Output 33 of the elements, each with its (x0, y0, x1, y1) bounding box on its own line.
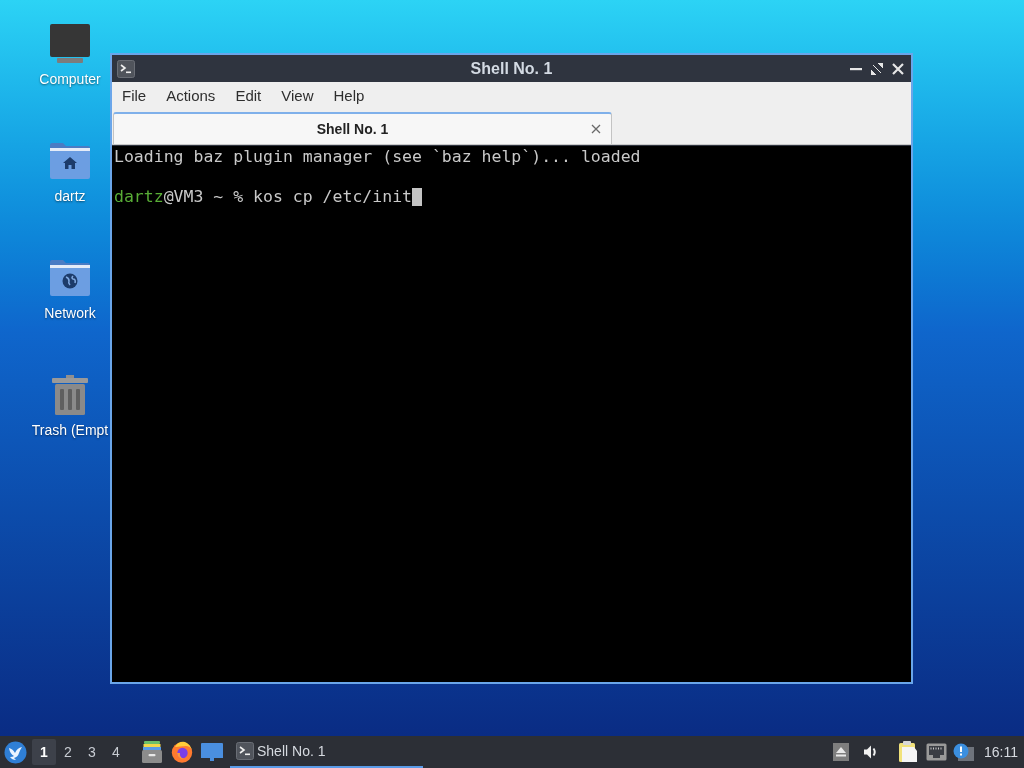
terminal-icon (117, 59, 135, 78)
task-button[interactable]: Shell No. 1 (230, 736, 423, 768)
workspace-button[interactable]: 1 (32, 739, 56, 765)
alert-icon[interactable] (953, 743, 974, 761)
clipboard-icon[interactable] (898, 741, 918, 763)
terminal-output-line: Loading baz plugin manager (see `baz help`)... loaded (114, 147, 641, 166)
menu-item[interactable]: View (271, 85, 324, 108)
menu-item[interactable]: File (112, 85, 157, 108)
workspace-button[interactable]: 3 (80, 739, 104, 765)
menu-item[interactable]: Help (323, 85, 375, 108)
screen-icon[interactable] (201, 743, 223, 761)
firefox-icon[interactable] (171, 741, 193, 763)
command-line: dartz@VM3 ~ % kos cp /etc/init (114, 187, 413, 207)
window-title: Shell No. 1 (470, 58, 553, 79)
workspace-button[interactable]: 2 (56, 739, 80, 765)
monitor-icon[interactable] (49, 23, 91, 65)
menu-item[interactable]: Edit (225, 85, 272, 108)
eject-icon[interactable] (833, 743, 849, 761)
home-folder-icon[interactable] (49, 142, 91, 180)
tab[interactable]: Shell No. 1 (113, 112, 612, 144)
file-cabinet-icon[interactable] (142, 741, 162, 763)
globe-folder-icon[interactable] (49, 259, 91, 297)
desktop-icon-label[interactable]: Network (44, 304, 96, 322)
workspace-button[interactable]: 4 (104, 739, 128, 765)
terminal-icon (236, 742, 254, 760)
desktop-icon-label[interactable]: Trash (Empt (31, 421, 109, 439)
network-icon[interactable] (926, 743, 947, 761)
close-icon[interactable] (591, 124, 601, 134)
menu-item[interactable]: Actions (156, 85, 226, 108)
maximize-icon[interactable] (871, 62, 883, 75)
app-menu-icon[interactable] (4, 740, 27, 764)
clock[interactable]: 16:11 (984, 741, 1018, 763)
volume-icon[interactable] (863, 744, 879, 760)
